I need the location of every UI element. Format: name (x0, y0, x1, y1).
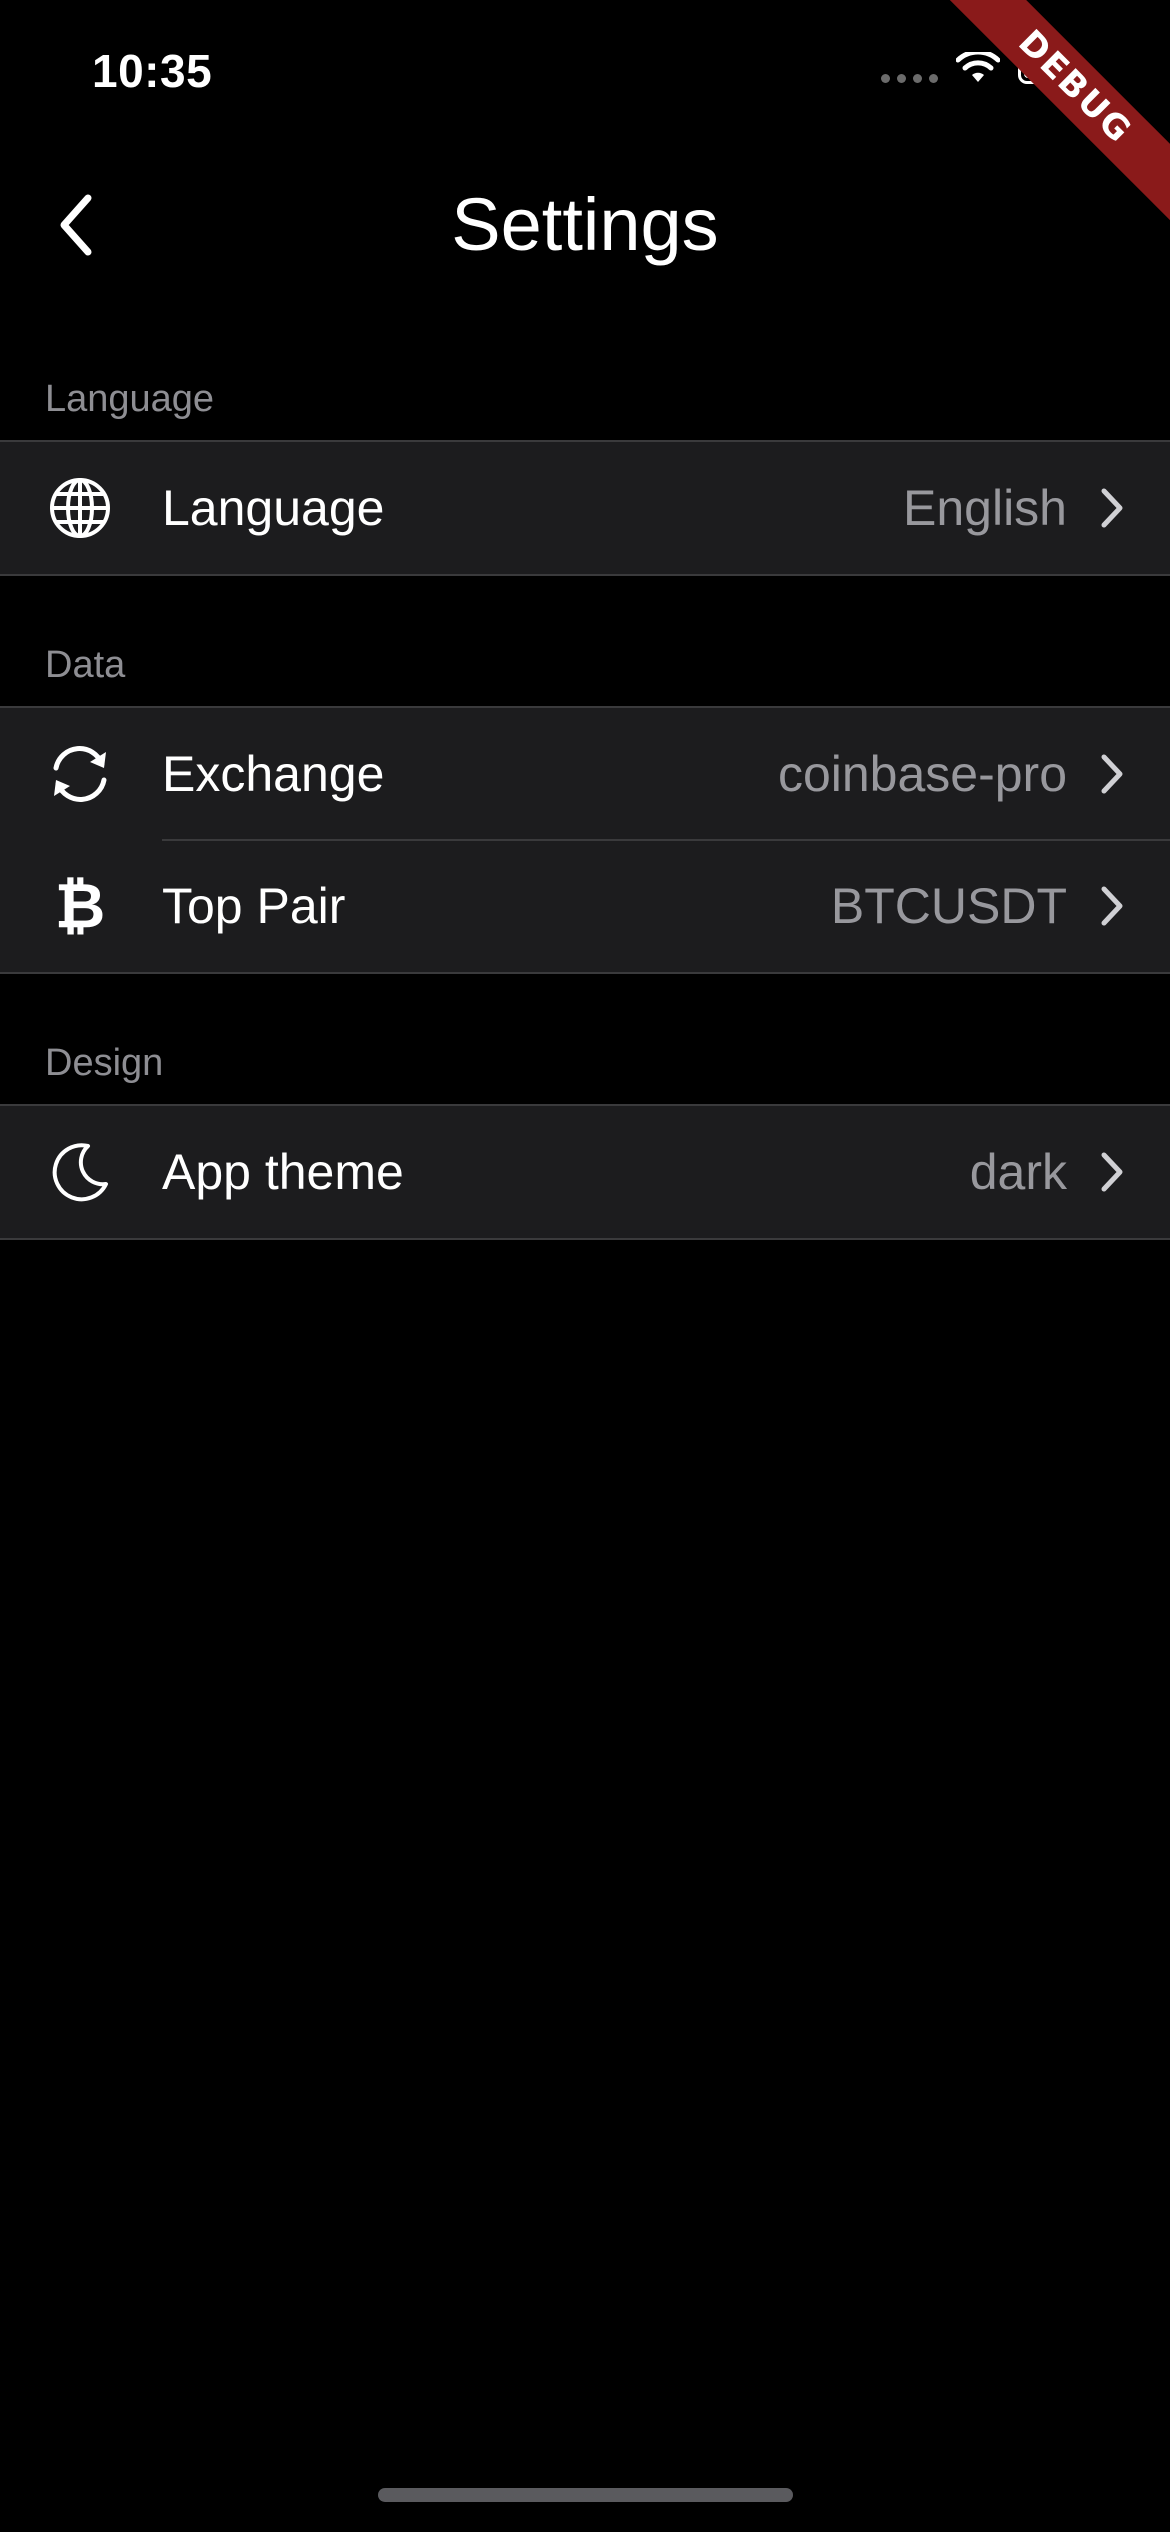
moon-icon (44, 1136, 116, 1208)
section-header-design: Design (45, 1042, 164, 1084)
settings-group-language: Language English (0, 440, 1170, 576)
row-value: coinbase-pro (777, 746, 1067, 802)
settings-group-design: App theme dark (0, 1104, 1170, 1240)
row-value: English (903, 480, 1067, 536)
refresh-icon (44, 738, 116, 810)
row-label: Top Pair (162, 878, 346, 934)
row-label: App theme (162, 1144, 404, 1200)
bitcoin-icon: ₿ (54, 869, 106, 942)
settings-row-app-theme[interactable]: App theme dark (0, 1106, 1170, 1238)
status-time: 10:35 (92, 45, 213, 97)
chevron-right-icon (1094, 749, 1130, 799)
chevron-right-icon (1094, 483, 1130, 533)
nav-bar: Settings (0, 160, 1170, 290)
row-value: BTCUSDT (830, 878, 1067, 934)
settings-group-data: Exchange coinbase-pro ₿ Top Pair BTCUSDT (0, 706, 1170, 974)
signal-icon (881, 73, 938, 83)
chevron-right-icon (1094, 1147, 1130, 1197)
page-title: Settings (451, 183, 719, 266)
settings-row-top-pair[interactable]: ₿ Top Pair BTCUSDT (0, 839, 1170, 972)
home-indicator[interactable] (378, 2488, 793, 2502)
wifi-icon (956, 52, 1000, 82)
section-header-data: Data (45, 644, 126, 686)
settings-row-language[interactable]: Language English (0, 442, 1170, 574)
settings-row-exchange[interactable]: Exchange coinbase-pro (0, 708, 1170, 840)
section-header-language: Language (45, 378, 215, 420)
row-value: dark (969, 1144, 1067, 1200)
chevron-right-icon (1094, 881, 1130, 931)
globe-icon (44, 472, 116, 544)
row-label: Language (162, 480, 385, 536)
row-label: Exchange (162, 746, 385, 802)
